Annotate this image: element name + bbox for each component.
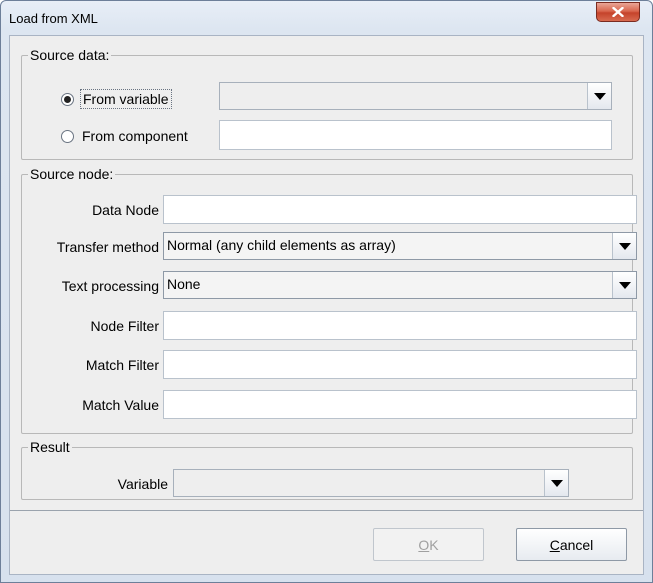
transfer-method-label: Transfer method <box>56 239 159 255</box>
radio-selected-dot <box>64 95 71 103</box>
transfer-method-combo[interactable]: Normal (any child elements as array) <box>163 232 637 260</box>
from-variable-dropdown-button[interactable] <box>587 83 611 109</box>
load-from-xml-dialog: Load from XML Source data: From variable… <box>0 0 653 583</box>
transfer-method-value: Normal (any child elements as array) <box>167 237 396 253</box>
match-filter-label: Match Filter <box>85 357 159 373</box>
cancel-mnemonic: C <box>549 536 560 553</box>
match-value-label: Match Value <box>82 397 159 413</box>
data-node-field[interactable] <box>163 195 637 224</box>
title-bar[interactable]: Load from XML <box>1 1 652 35</box>
cancel-button[interactable]: Cancel <box>516 528 627 561</box>
ok-label-rest: K <box>429 536 439 553</box>
radio-icon <box>61 129 74 143</box>
from-variable-radio[interactable]: From variable <box>61 89 172 109</box>
button-bar-separator <box>10 510 643 511</box>
from-variable-label: From variable <box>80 89 172 109</box>
result-legend: Result <box>30 439 70 455</box>
text-processing-combo[interactable]: None <box>163 271 637 299</box>
from-variable-combo[interactable] <box>219 82 612 110</box>
match-value-field[interactable] <box>163 390 637 419</box>
chevron-down-icon <box>618 242 631 250</box>
result-variable-dropdown-button[interactable] <box>544 470 568 496</box>
source-node-legend: Source node: <box>30 166 114 182</box>
chevron-down-icon <box>618 281 631 289</box>
match-filter-field[interactable] <box>163 350 637 379</box>
chevron-down-icon <box>550 479 563 487</box>
from-component-field[interactable] <box>219 120 612 150</box>
from-component-label: From component <box>82 128 188 144</box>
radio-icon <box>61 92 74 106</box>
close-button[interactable] <box>596 2 640 22</box>
window-title: Load from XML <box>9 11 98 26</box>
cancel-label-rest: ancel <box>559 536 594 553</box>
from-component-radio[interactable]: From component <box>61 127 190 145</box>
text-processing-dropdown-button[interactable] <box>612 272 636 298</box>
source-data-legend: Source data: <box>30 47 110 63</box>
result-variable-combo[interactable] <box>173 469 569 497</box>
ok-button[interactable]: OK <box>373 528 484 561</box>
close-icon <box>612 7 624 17</box>
variable-label: Variable <box>117 476 168 492</box>
text-processing-label: Text processing <box>61 278 159 294</box>
dialog-body: Source data: From variable From componen… <box>9 35 644 575</box>
node-filter-label: Node Filter <box>90 318 159 334</box>
chevron-down-icon <box>593 92 606 100</box>
text-processing-value: None <box>167 276 201 292</box>
node-filter-field[interactable] <box>163 311 637 340</box>
ok-mnemonic: O <box>418 536 430 553</box>
transfer-method-dropdown-button[interactable] <box>612 233 636 259</box>
data-node-label: Data Node <box>92 202 159 218</box>
